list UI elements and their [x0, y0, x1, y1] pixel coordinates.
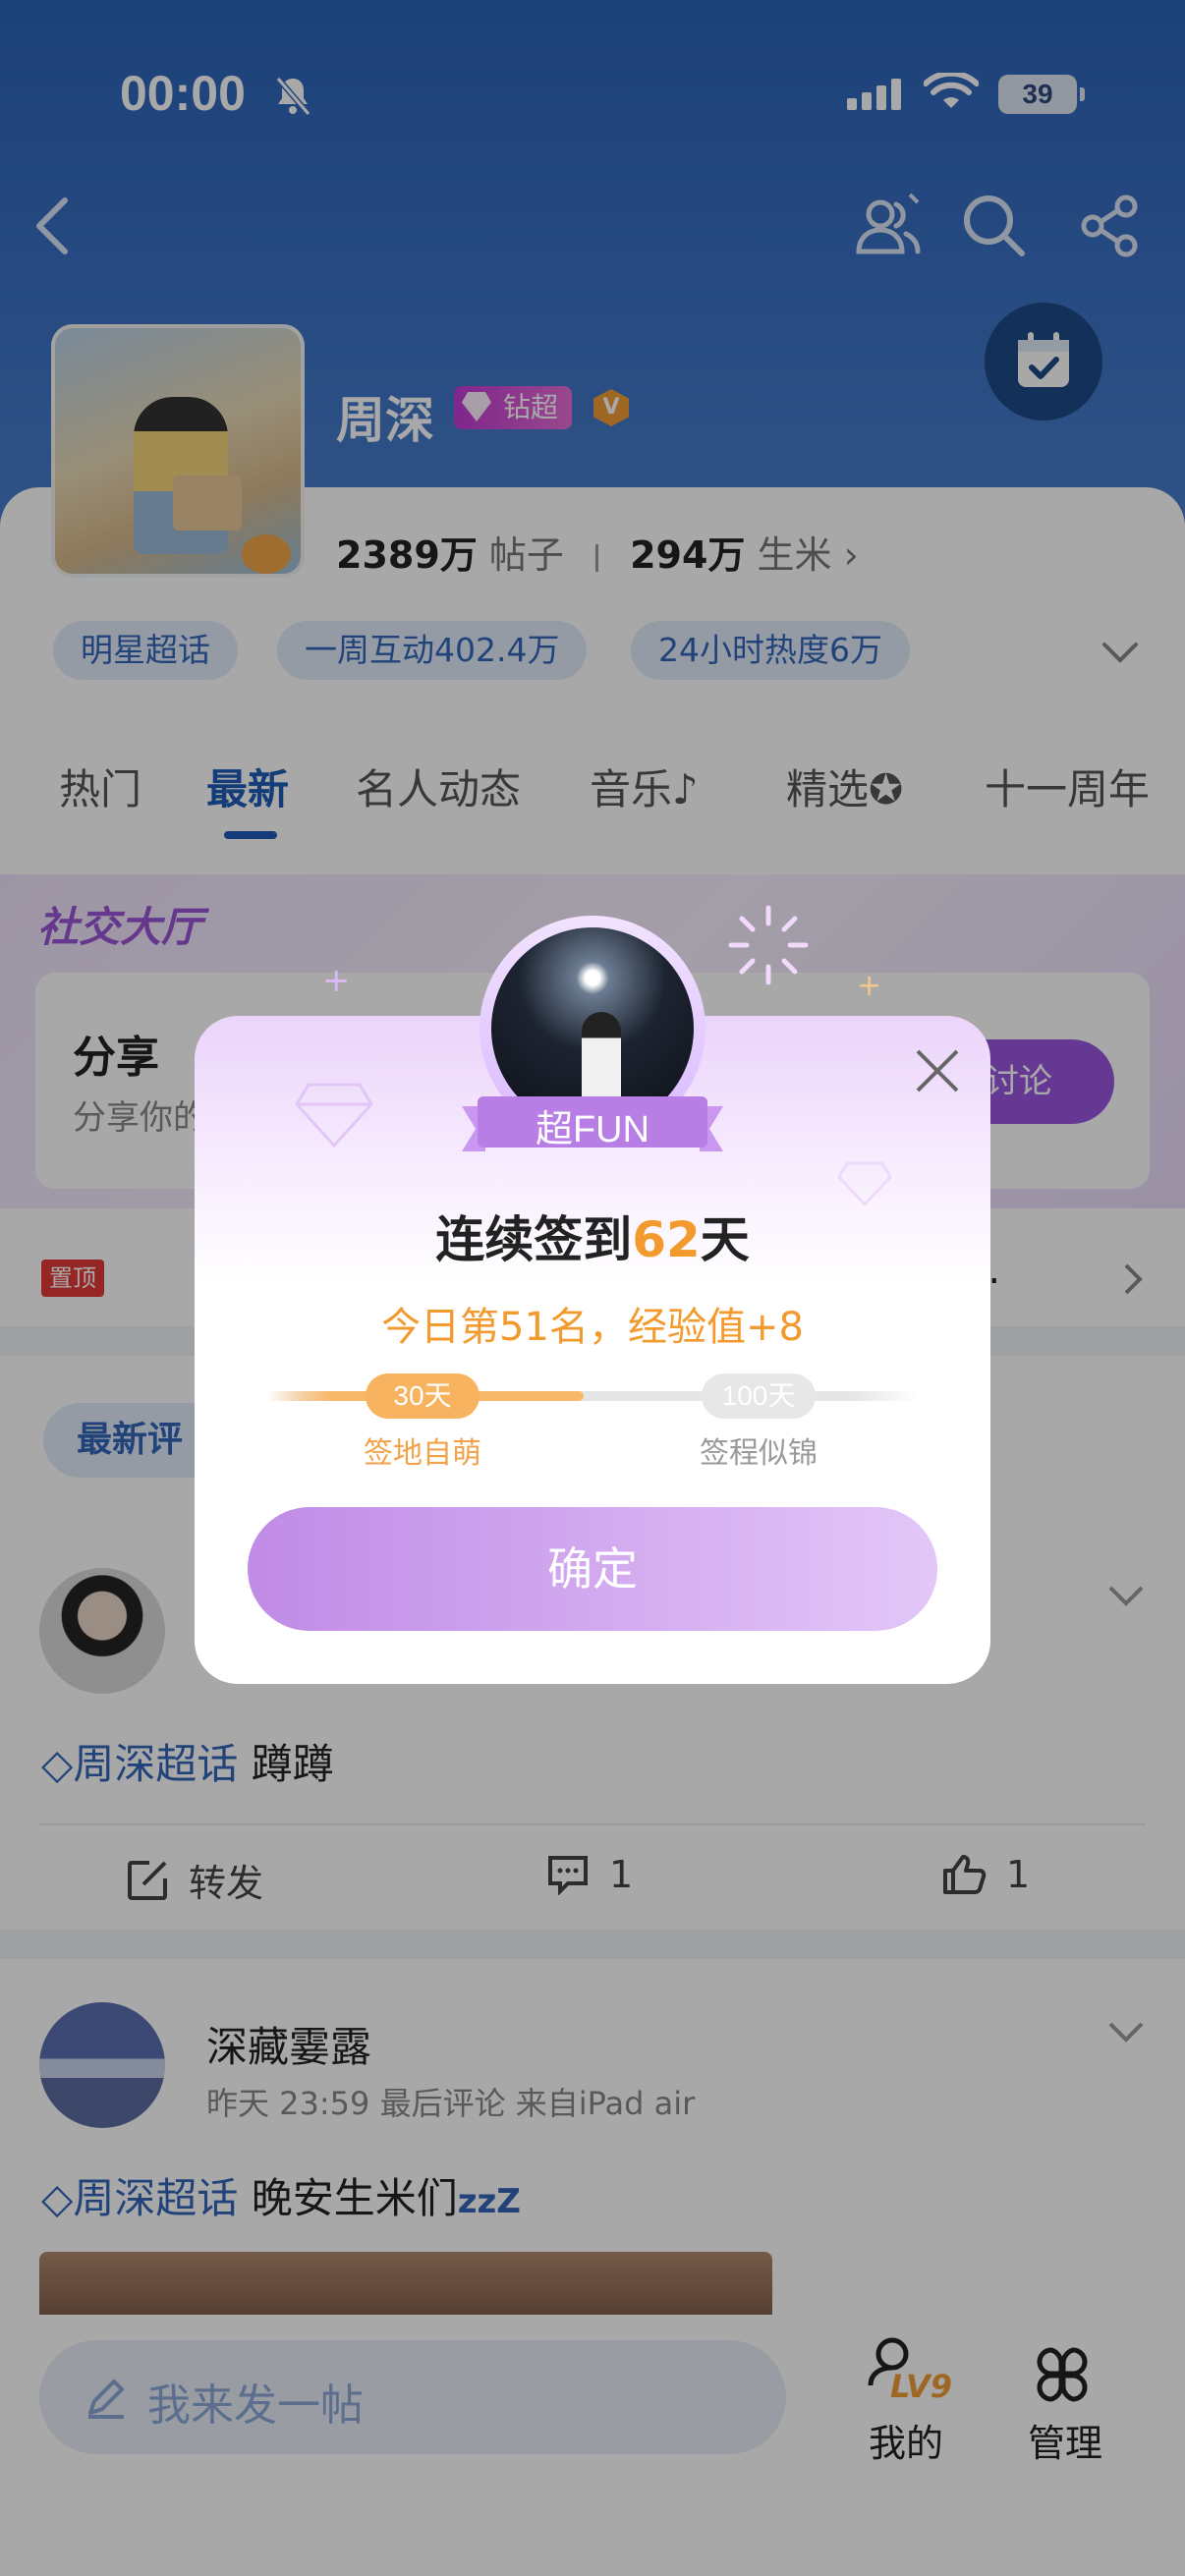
ribbon-label: 超FUN: [535, 1109, 650, 1150]
dialog-title-suffix: 天: [700, 1211, 750, 1268]
confirm-button[interactable]: 确定: [248, 1507, 937, 1631]
milestone-30-name: 签地自萌: [364, 1436, 481, 1471]
streak-days: 62: [632, 1211, 701, 1268]
close-icon[interactable]: [910, 1043, 965, 1102]
plus-sparkle-icon: +: [322, 961, 351, 1000]
dialog-title: 连续签到62天: [195, 1201, 990, 1271]
dialog-title-prefix: 连续签到: [435, 1211, 633, 1268]
diamond-decoration-icon: [295, 1081, 373, 1153]
milestone-30-badge: 30天: [366, 1373, 480, 1419]
plus-sparkle-icon: +: [857, 969, 882, 1003]
milestone-100-badge: 100天: [702, 1373, 816, 1419]
sparkle-icon: [727, 904, 810, 990]
dialog-subtitle: 今日第51名，经验值+8: [381, 1305, 804, 1350]
milestone-100-name: 签程似锦: [700, 1436, 818, 1471]
